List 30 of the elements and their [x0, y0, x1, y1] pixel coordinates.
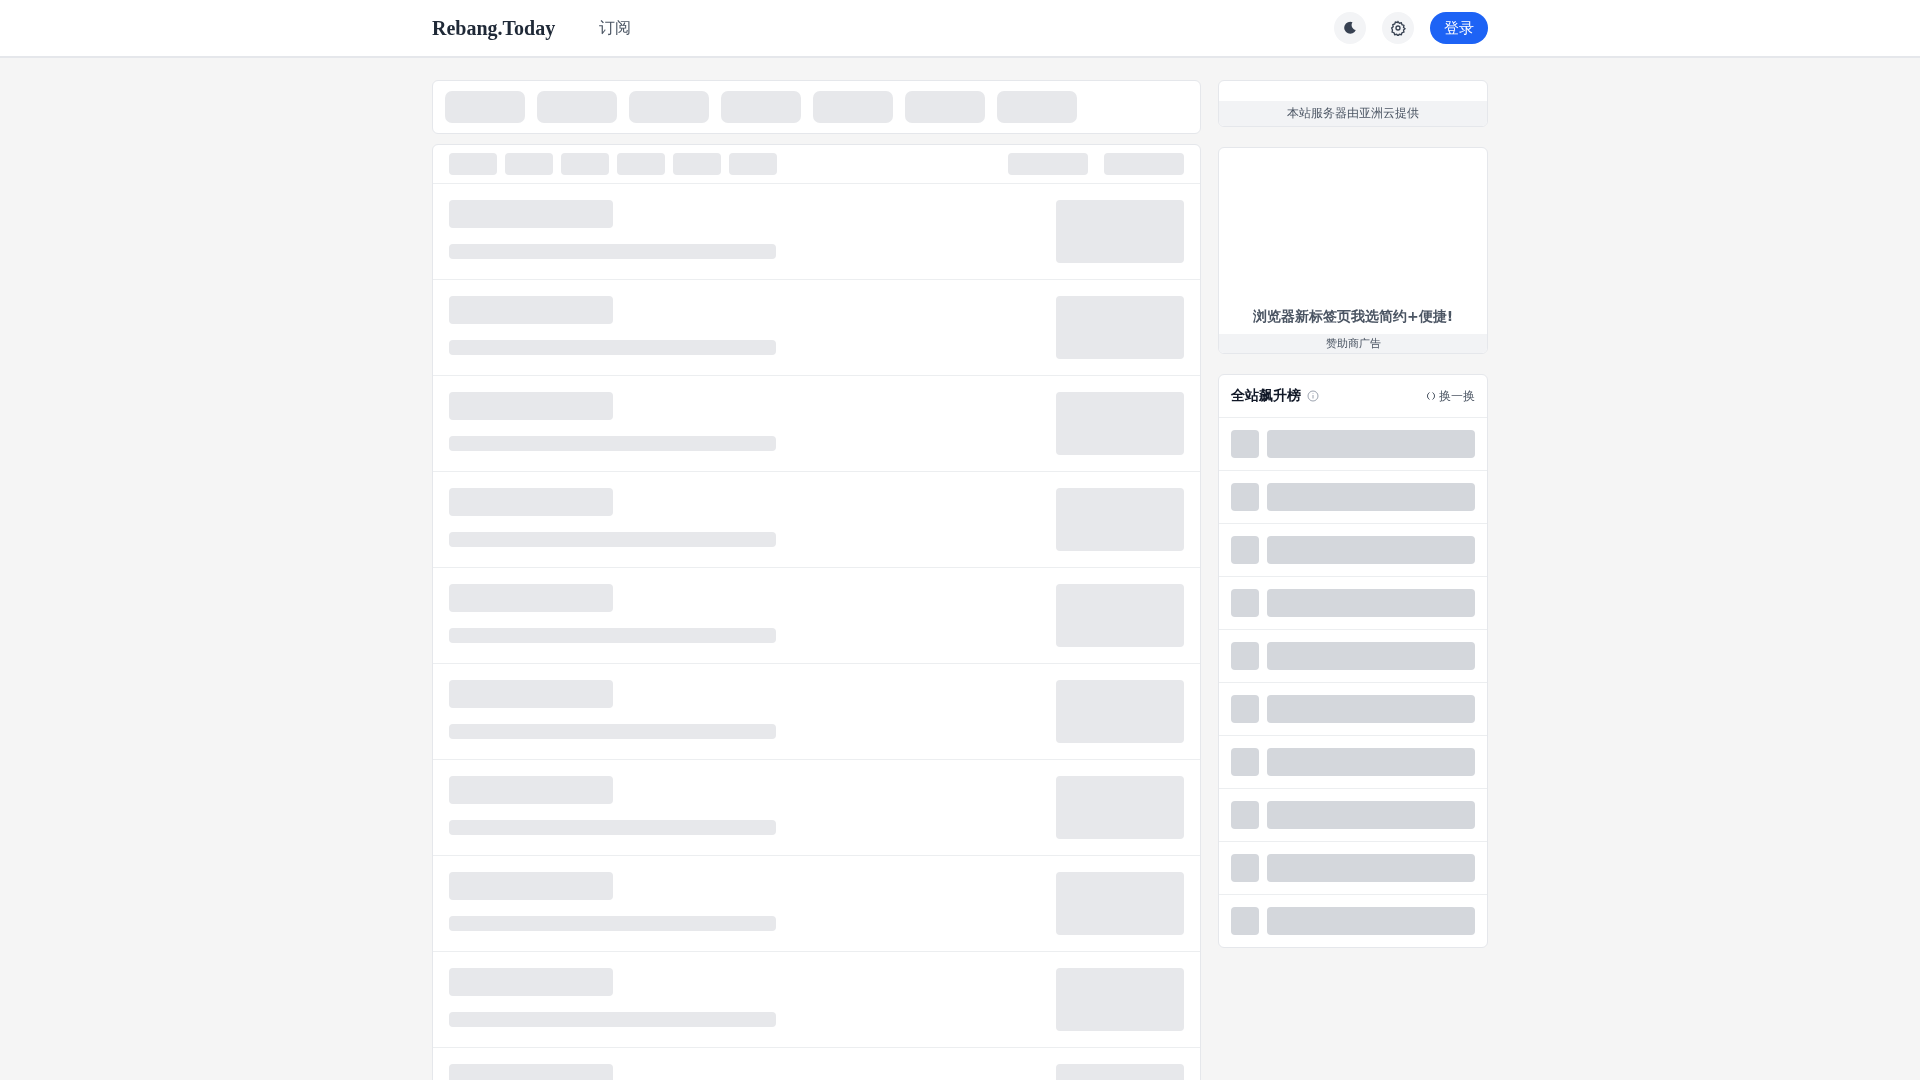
- rank-skeleton: [1231, 483, 1259, 511]
- site-logo[interactable]: Rebang.Today: [432, 16, 556, 40]
- filter-skeleton: [617, 153, 665, 175]
- dark-mode-button[interactable]: [1334, 12, 1366, 44]
- filter-skeleton: [449, 153, 497, 175]
- rank-skeleton: [1231, 589, 1259, 617]
- moon-icon: [1342, 20, 1358, 36]
- ad-label: 赞助商广告: [1219, 334, 1487, 353]
- rank-skeleton: [1231, 907, 1259, 935]
- ad-card[interactable]: 浏览器新标签页我选简约+便捷! 赞助商广告: [1218, 147, 1488, 354]
- ad-headline[interactable]: 浏览器新标签页我选简约+便捷!: [1219, 308, 1487, 334]
- filter-skeleton: [729, 153, 777, 175]
- rank-skeleton: [1231, 854, 1259, 882]
- settings-button[interactable]: [1382, 12, 1414, 44]
- hot-list-title: 全站飙升榜: [1231, 387, 1301, 405]
- rank-skeleton: [1231, 430, 1259, 458]
- rank-skeleton: [1231, 695, 1259, 723]
- rank-skeleton: [1231, 801, 1259, 829]
- login-button[interactable]: 登录: [1430, 12, 1488, 44]
- filter-skeleton: [561, 153, 609, 175]
- refresh-icon: [1426, 391, 1436, 401]
- settings-icon: [1390, 20, 1406, 36]
- rank-skeleton: [1231, 642, 1259, 670]
- rank-skeleton: [1231, 748, 1259, 776]
- rank-skeleton: [1231, 536, 1259, 564]
- refresh-link[interactable]: 换一换: [1426, 387, 1475, 405]
- nav-link[interactable]: 订阅: [599, 17, 632, 39]
- hosting-note[interactable]: 本站服务器由亚洲云提供: [1219, 101, 1487, 126]
- filter-skeleton: [673, 153, 721, 175]
- filter-skeleton: [505, 153, 553, 175]
